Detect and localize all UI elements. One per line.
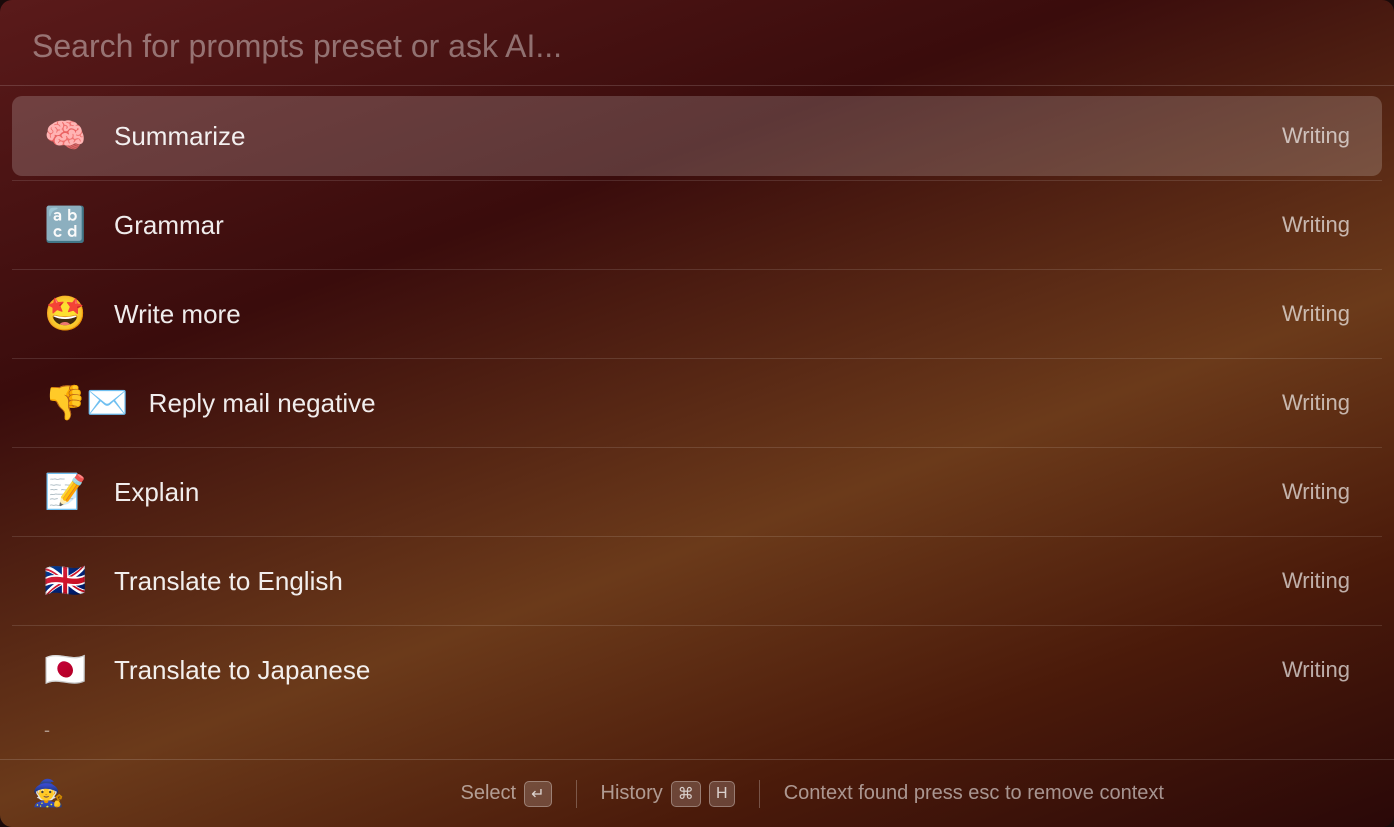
footer-divider: [576, 780, 577, 808]
cmd-badge: ⌘: [671, 781, 701, 807]
footer-divider-2: [759, 780, 760, 808]
explain-icon: 📝: [44, 472, 94, 512]
history-label: History: [601, 782, 663, 805]
list-item-translate-japanese[interactable]: 🇯🇵 Translate to JapaneseWriting: [12, 630, 1382, 710]
app-container: 🧠SummarizeWriting🔡GrammarWriting🤩Write m…: [0, 0, 1394, 827]
list-item-reply-mail-negative[interactable]: 👎✉️ Reply mail negativeWriting: [12, 363, 1382, 443]
footer: 🧙 Select ↵ History ⌘ H Context found pre…: [0, 759, 1394, 827]
translate-english-category: Writing: [1282, 568, 1350, 594]
grammar-category: Writing: [1282, 212, 1350, 238]
return-icon: ↵: [524, 781, 551, 807]
reply-mail-negative-category: Writing: [1282, 390, 1350, 416]
write-more-label: Write more: [114, 299, 1282, 330]
items-list: 🧠SummarizeWriting🔡GrammarWriting🤩Write m…: [0, 86, 1394, 759]
list-item-write-more[interactable]: 🤩 Write moreWriting: [12, 274, 1382, 354]
list-item-translate-english[interactable]: 🇬🇧 Translate to EnglishWriting: [12, 541, 1382, 621]
translate-japanese-category: Writing: [1282, 657, 1350, 683]
write-more-icon: 🤩: [44, 294, 94, 334]
summarize-label: Summarize: [114, 121, 1282, 152]
list-divider-4: [12, 536, 1382, 537]
list-end-dot: -: [12, 712, 1382, 749]
translate-english-icon: 🇬🇧: [44, 561, 94, 601]
list-divider-1: [12, 269, 1382, 270]
translate-japanese-icon: 🇯🇵: [44, 650, 94, 690]
wizard-icon: 🧙: [32, 778, 64, 809]
write-more-category: Writing: [1282, 301, 1350, 327]
list-divider-5: [12, 625, 1382, 626]
explain-label: Explain: [114, 477, 1282, 508]
list-item-summarize[interactable]: 🧠 SummarizeWriting: [12, 96, 1382, 176]
translate-english-label: Translate to English: [114, 566, 1282, 597]
summarize-category: Writing: [1282, 123, 1350, 149]
reply-mail-negative-icon: 👎✉️: [44, 383, 129, 423]
list-divider-2: [12, 358, 1382, 359]
grammar-label: Grammar: [114, 210, 1282, 241]
list-item-explain[interactable]: 📝 ExplainWriting: [12, 452, 1382, 532]
footer-center: Select ↵ History ⌘ H Context found press…: [461, 780, 1164, 808]
h-badge: H: [709, 781, 735, 807]
grammar-icon: 🔡: [44, 205, 94, 245]
select-action[interactable]: Select ↵: [461, 781, 552, 807]
reply-mail-negative-label: Reply mail negative: [149, 388, 1282, 419]
summarize-icon: 🧠: [44, 116, 94, 156]
select-label: Select: [461, 782, 517, 805]
list-divider-3: [12, 447, 1382, 448]
search-bar: [0, 0, 1394, 86]
translate-japanese-label: Translate to Japanese: [114, 655, 1282, 686]
context-label: Context found press esc to remove contex…: [784, 782, 1164, 805]
list-divider-0: [12, 180, 1382, 181]
search-input[interactable]: [32, 28, 1362, 65]
history-action[interactable]: History ⌘ H: [601, 781, 735, 807]
explain-category: Writing: [1282, 479, 1350, 505]
list-item-grammar[interactable]: 🔡 GrammarWriting: [12, 185, 1382, 265]
